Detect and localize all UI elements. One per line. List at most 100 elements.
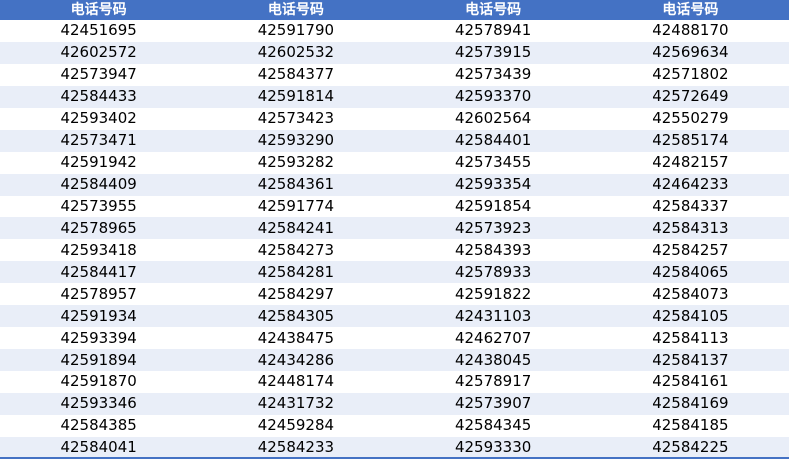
phone-number-cell[interactable]: 42578957 [0,283,197,305]
table-row: 42578957 42584297 42591822 42584073 [0,283,789,306]
phone-number-cell[interactable]: 42488170 [592,20,789,42]
phone-number-cell[interactable]: 42584065 [592,261,789,283]
table-row: 42584417 42584281 42578933 42584065 [0,261,789,284]
table-row: 42584433 42591814 42593370 42572649 [0,85,789,108]
phone-number-cell[interactable]: 42569634 [592,42,789,64]
phone-number-cell[interactable]: 42584241 [197,217,394,239]
phone-number-cell[interactable]: 42584257 [592,239,789,261]
phone-number-cell[interactable]: 42593394 [0,327,197,349]
phone-number-cell[interactable]: 42593370 [395,86,592,108]
phone-number-cell[interactable]: 42591942 [0,152,197,174]
phone-number-cell[interactable]: 42448174 [197,371,394,393]
phone-number-cell[interactable]: 42593418 [0,239,197,261]
phone-number-cell[interactable]: 42591854 [395,196,592,218]
phone-number-cell[interactable]: 42584305 [197,305,394,327]
phone-number-cell[interactable]: 42593282 [197,152,394,174]
phone-number-cell[interactable]: 42573455 [395,152,592,174]
phone-number-cell[interactable]: 42584233 [197,437,394,459]
phone-number-cell[interactable]: 42593346 [0,393,197,415]
phone-number-cell[interactable]: 42584345 [395,415,592,437]
header-cell-phone-3: 电话号码 [465,2,522,18]
phone-number-cell[interactable]: 42431103 [395,305,592,327]
phone-number-cell[interactable]: 42578933 [395,261,592,283]
phone-number-table: 电话号码 电话号码 电话号码 电话号码 42451695 42591790 4257… [0,0,789,459]
phone-number-cell[interactable]: 42591934 [0,305,197,327]
phone-number-cell[interactable]: 42591790 [197,20,394,42]
phone-number-cell[interactable]: 42584377 [197,64,394,86]
phone-number-cell[interactable]: 42591894 [0,349,197,371]
phone-number-cell[interactable]: 42451695 [0,20,197,42]
phone-number-cell[interactable]: 42573439 [395,64,592,86]
table-row: 42451695 42591790 42578941 42488170 [0,20,789,42]
table-row: 42584409 42584361 42593354 42464233 [0,173,789,196]
table-row: 42591934 42584305 42431103 42584105 [0,305,789,328]
table-row: 42602572 42602532 42573915 42569634 [0,41,789,64]
phone-number-cell[interactable]: 42573955 [0,196,197,218]
phone-number-cell[interactable]: 42593290 [197,130,394,152]
phone-number-cell[interactable]: 42591822 [395,283,592,305]
phone-number-cell[interactable]: 42482157 [592,152,789,174]
phone-number-cell[interactable]: 42584273 [197,239,394,261]
phone-number-cell[interactable]: 42584313 [592,217,789,239]
phone-number-cell[interactable]: 42584185 [592,415,789,437]
table-row: 42591942 42593282 42573455 42482157 [0,151,789,174]
phone-number-cell[interactable]: 42431732 [197,393,394,415]
phone-number-cell[interactable]: 42438475 [197,327,394,349]
table-body: 42451695 42591790 42578941 42488170 42602572… [0,20,789,459]
phone-number-cell[interactable]: 42602532 [197,42,394,64]
phone-number-cell[interactable]: 42434286 [197,349,394,371]
phone-number-cell[interactable]: 42459284 [197,415,394,437]
phone-number-cell[interactable]: 42578941 [395,20,592,42]
table-row: 42593346 42431732 42573907 42584169 [0,392,789,415]
header-cell-phone-1: 电话号码 [70,2,127,18]
phone-number-cell[interactable]: 42584105 [592,305,789,327]
phone-number-cell[interactable]: 42584433 [0,86,197,108]
table-row: 42593418 42584273 42584393 42584257 [0,239,789,262]
phone-number-cell[interactable]: 42584281 [197,261,394,283]
table-row: 42591870 42448174 42578917 42584161 [0,371,789,393]
phone-number-cell[interactable]: 42584161 [592,371,789,393]
phone-number-cell[interactable]: 42584137 [592,349,789,371]
phone-number-cell[interactable]: 42464233 [592,174,789,196]
phone-number-cell[interactable]: 42584073 [592,283,789,305]
phone-number-cell[interactable]: 42573423 [197,108,394,130]
phone-number-cell[interactable]: 42593354 [395,174,592,196]
phone-number-cell[interactable]: 42571802 [592,64,789,86]
phone-number-cell[interactable]: 42591774 [197,196,394,218]
phone-number-cell[interactable]: 42584409 [0,174,197,196]
phone-number-cell[interactable]: 42578965 [0,217,197,239]
phone-number-cell[interactable]: 42593402 [0,108,197,130]
phone-number-cell[interactable]: 42602564 [395,108,592,130]
phone-number-cell[interactable]: 42573471 [0,130,197,152]
phone-number-cell[interactable]: 42602572 [0,42,197,64]
phone-number-cell[interactable]: 42584337 [592,196,789,218]
phone-number-cell[interactable]: 42584169 [592,393,789,415]
phone-number-cell[interactable]: 42584041 [0,437,197,459]
table-row: 42593394 42438475 42462707 42584113 [0,327,789,350]
phone-number-cell[interactable]: 42591870 [0,371,197,393]
phone-number-cell[interactable]: 42584401 [395,130,592,152]
phone-number-cell[interactable]: 42578917 [395,371,592,393]
phone-number-cell[interactable]: 42573915 [395,42,592,64]
header-cell-phone-4: 电话号码 [662,2,719,18]
table-row: 42584385 42459284 42584345 42584185 [0,414,789,437]
phone-number-cell[interactable]: 42591814 [197,86,394,108]
phone-number-cell[interactable]: 42573923 [395,217,592,239]
phone-number-cell[interactable]: 42573907 [395,393,592,415]
phone-number-cell[interactable]: 42438045 [395,349,592,371]
phone-number-cell[interactable]: 42462707 [395,327,592,349]
table-header: 电话号码 电话号码 电话号码 电话号码 [0,0,789,20]
phone-number-cell[interactable]: 42584225 [592,437,789,459]
phone-number-cell[interactable]: 42585174 [592,130,789,152]
phone-number-cell[interactable]: 42584393 [395,239,592,261]
table-row: 42593402 42573423 42602564 42550279 [0,107,789,130]
phone-number-cell[interactable]: 42584417 [0,261,197,283]
phone-number-cell[interactable]: 42593330 [395,437,592,459]
phone-number-cell[interactable]: 42584297 [197,283,394,305]
phone-number-cell[interactable]: 42573947 [0,64,197,86]
phone-number-cell[interactable]: 42572649 [592,86,789,108]
phone-number-cell[interactable]: 42550279 [592,108,789,130]
phone-number-cell[interactable]: 42584113 [592,327,789,349]
phone-number-cell[interactable]: 42584361 [197,174,394,196]
phone-number-cell[interactable]: 42584385 [0,415,197,437]
